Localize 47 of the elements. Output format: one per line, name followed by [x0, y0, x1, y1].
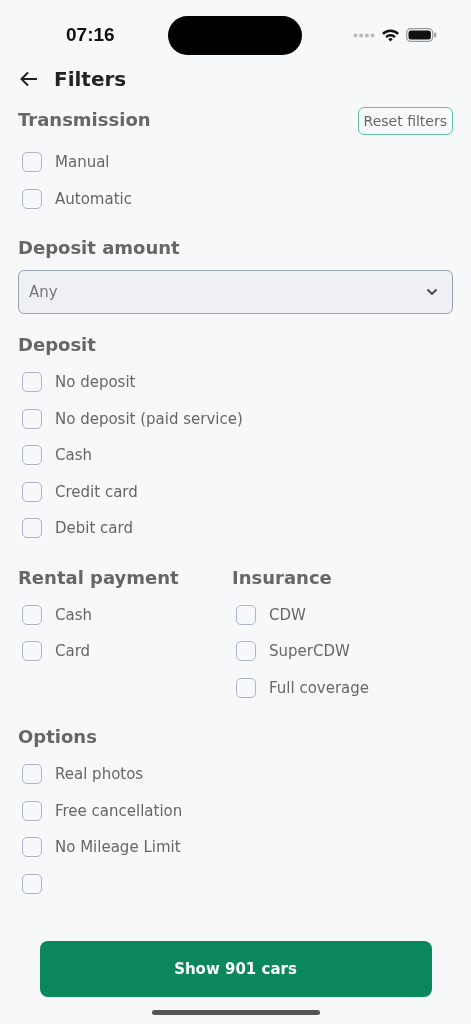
battery-icon — [406, 28, 437, 42]
checkbox-label[interactable]: Debit card — [55, 519, 133, 538]
checkbox-label[interactable]: Credit card — [55, 482, 138, 501]
back-arrow-icon[interactable] — [20, 71, 38, 87]
section-title: Deposit amount — [18, 237, 181, 258]
checkbox[interactable] — [22, 372, 42, 393]
checkbox-label[interactable]: Manual — [55, 153, 110, 172]
checkbox[interactable] — [22, 481, 42, 502]
chevron-down-icon — [426, 288, 438, 296]
checkbox-label[interactable]: No deposit (paid service) — [55, 409, 243, 428]
checkbox[interactable] — [22, 445, 42, 466]
checkbox[interactable] — [22, 764, 42, 785]
checkbox[interactable] — [22, 408, 42, 429]
checkbox-label[interactable]: Automatic — [55, 189, 132, 208]
checkbox[interactable] — [236, 641, 256, 662]
checkbox[interactable] — [236, 604, 256, 625]
deposit-amount-dropdown[interactable]: Any — [18, 270, 453, 314]
signal-dots-icon — [353, 32, 375, 38]
section-title: Rental payment — [18, 566, 180, 588]
checkbox[interactable] — [22, 604, 42, 625]
section-title: Deposit — [18, 334, 97, 355]
checkbox-label[interactable]: Real photos — [55, 765, 144, 784]
checkbox[interactable] — [22, 837, 42, 858]
checkbox[interactable] — [236, 677, 256, 698]
wifi-icon — [381, 28, 400, 42]
checkbox-label[interactable]: Full coverage — [269, 678, 370, 697]
checkbox-label[interactable]: No deposit — [55, 373, 136, 392]
checkbox-label[interactable]: Cash — [55, 446, 92, 465]
checkbox-label[interactable]: No Mileage Limit — [55, 838, 181, 857]
status-time: 07:16 — [66, 24, 115, 46]
section-title: Options — [18, 726, 98, 747]
section-title: Transmission — [18, 109, 151, 130]
checkbox[interactable] — [22, 152, 42, 173]
checkbox-label[interactable]: Cash — [55, 605, 92, 624]
section-title: Insurance — [232, 566, 333, 588]
checkbox[interactable] — [22, 641, 42, 662]
page-title: Filters — [54, 67, 127, 91]
show-cars-button[interactable]: Show 901 cars — [39, 941, 432, 997]
checkbox-label[interactable]: Free cancellation — [55, 801, 183, 820]
checkbox[interactable] — [22, 800, 42, 821]
checkbox-label[interactable]: CDW — [269, 605, 306, 624]
checkbox[interactable] — [22, 873, 42, 894]
checkbox-label[interactable]: SuperCDW — [269, 642, 350, 661]
checkbox[interactable] — [22, 518, 42, 539]
reset-filters-button[interactable]: Reset filters — [357, 107, 453, 135]
checkbox-label[interactable]: Card — [55, 642, 91, 661]
checkbox[interactable] — [22, 188, 42, 209]
